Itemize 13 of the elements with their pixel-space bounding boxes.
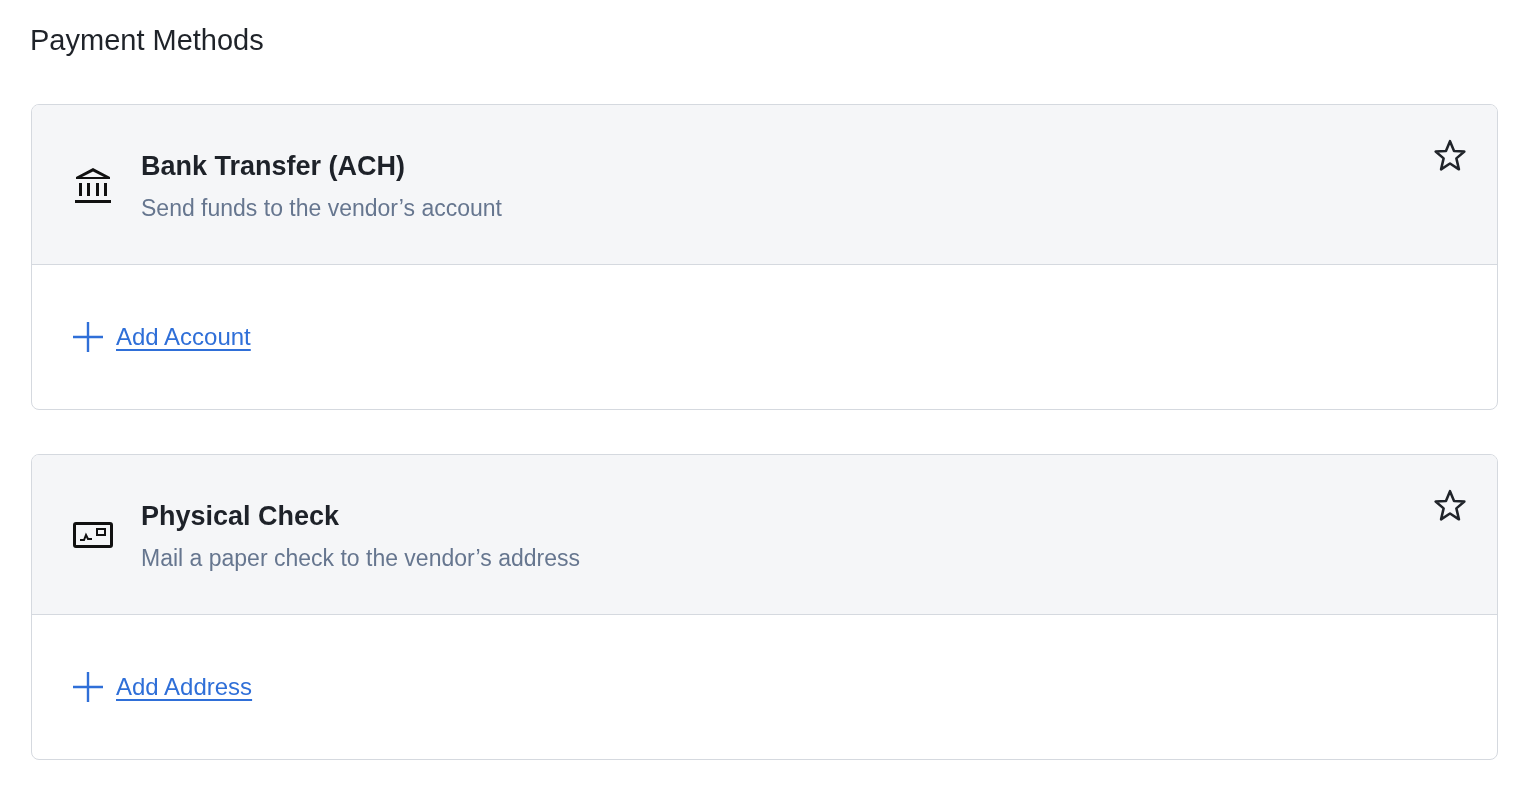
plus-icon [72,671,104,703]
method-name: Bank Transfer (ACH) [141,150,407,182]
add-link[interactable]: Add Account [72,321,251,353]
method-name: Physical Check [141,500,341,532]
star-icon[interactable] [1433,139,1467,172]
method-description: Mail a paper check to the vendor’s address [141,544,580,573]
star-icon[interactable] [1433,489,1467,522]
bank-icon [73,165,113,204]
paper-cheque-icon [73,521,113,548]
add-link[interactable]: Add Address [72,671,253,703]
method-description: Send funds to the vendor’s account [141,194,502,223]
page-title: Payment Methods [30,23,265,58]
plus-icon [72,321,104,353]
